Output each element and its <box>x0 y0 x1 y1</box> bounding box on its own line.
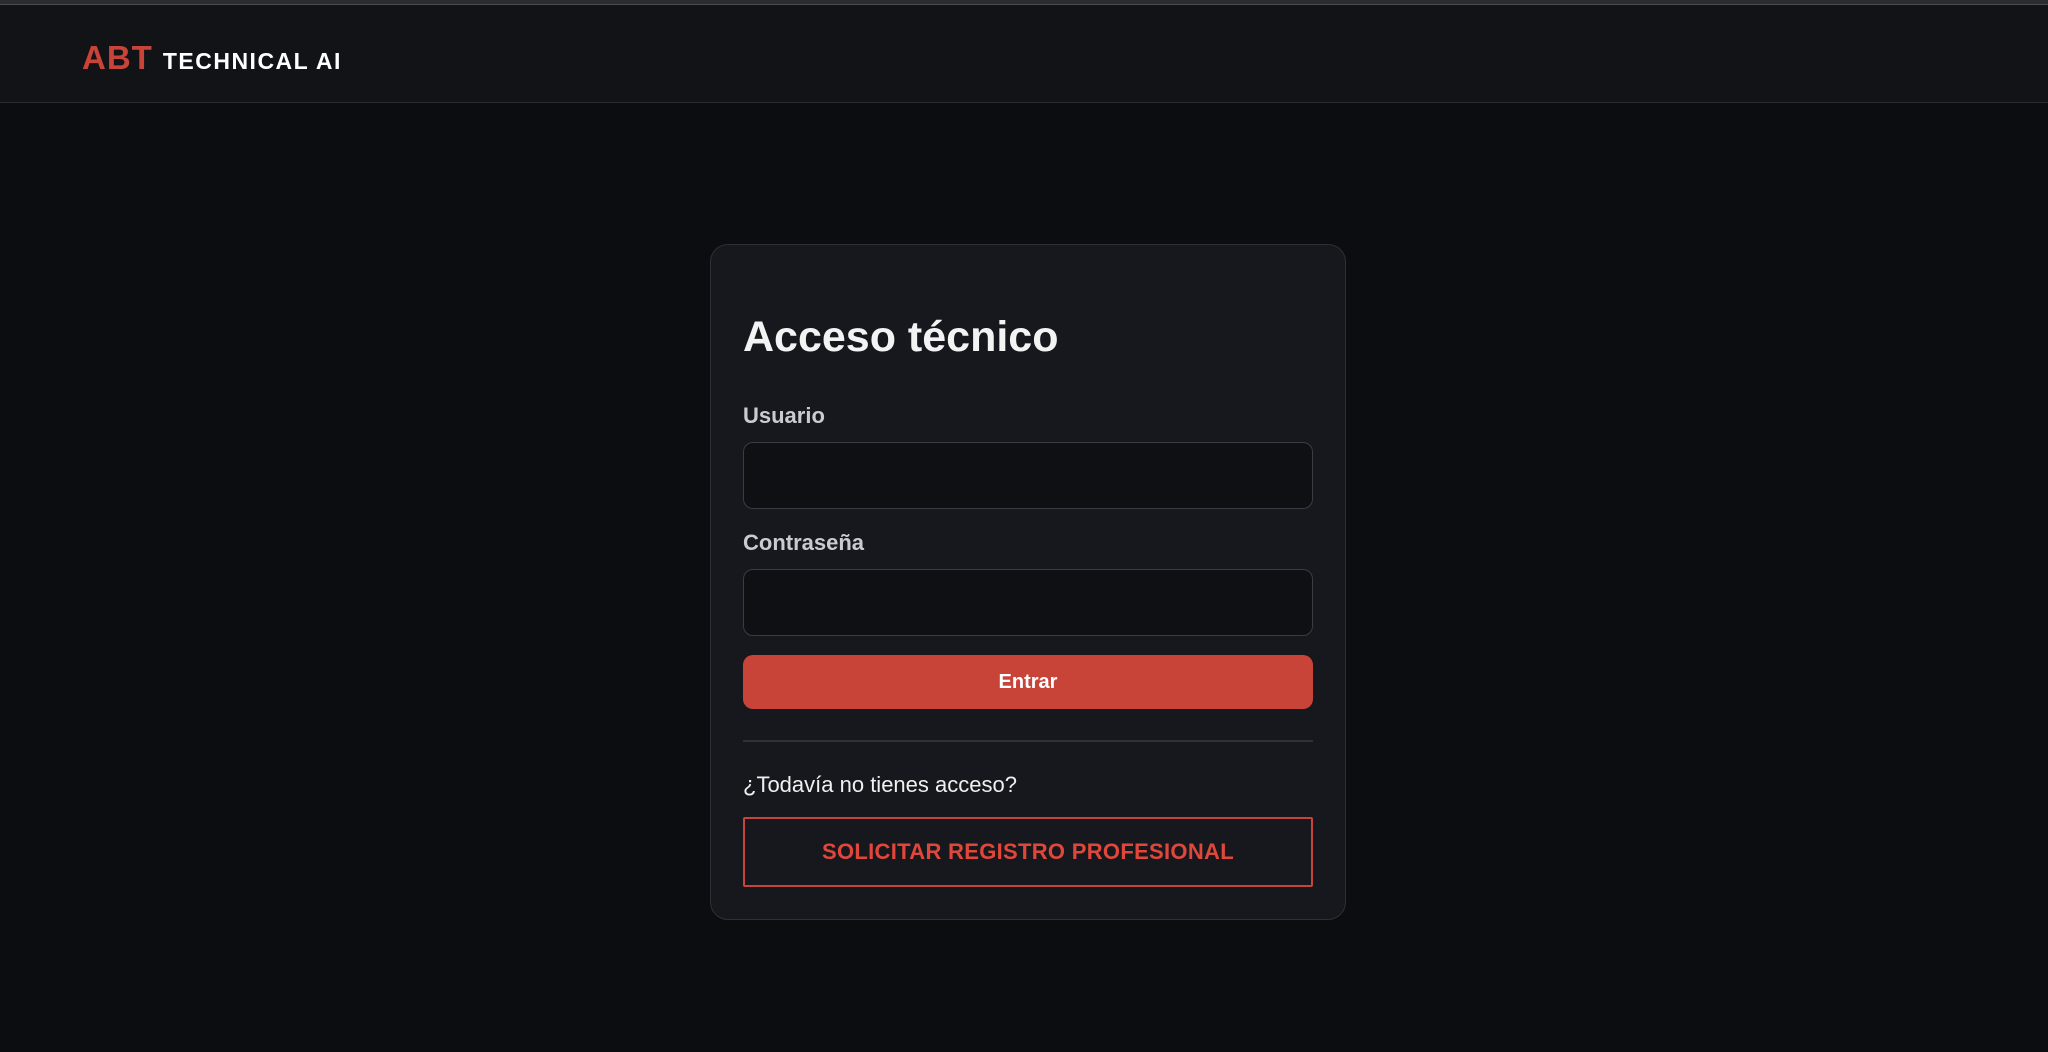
request-registration-button[interactable]: SOLICITAR REGISTRO PROFESIONAL <box>743 817 1313 887</box>
password-label: Contraseña <box>743 530 865 555</box>
username-input[interactable] <box>743 442 1313 509</box>
login-submit-button[interactable]: Entrar <box>743 655 1313 709</box>
login-card: Acceso técnico Usuario Contraseña Entrar… <box>710 244 1346 920</box>
page-title: Acceso técnico <box>743 313 1059 361</box>
divider <box>743 740 1313 742</box>
username-label: Usuario <box>743 403 825 428</box>
brand-abt: ABT <box>82 39 153 76</box>
no-access-text: ¿Todavía no tienes acceso? <box>743 772 1017 797</box>
brand-technical-ai: TECHNICAL AI <box>162 48 342 74</box>
password-input[interactable] <box>743 569 1313 636</box>
brand-logo-link[interactable]: ABT TECHNICAL AI <box>82 39 342 77</box>
site-header: ABT TECHNICAL AI <box>0 5 2048 103</box>
